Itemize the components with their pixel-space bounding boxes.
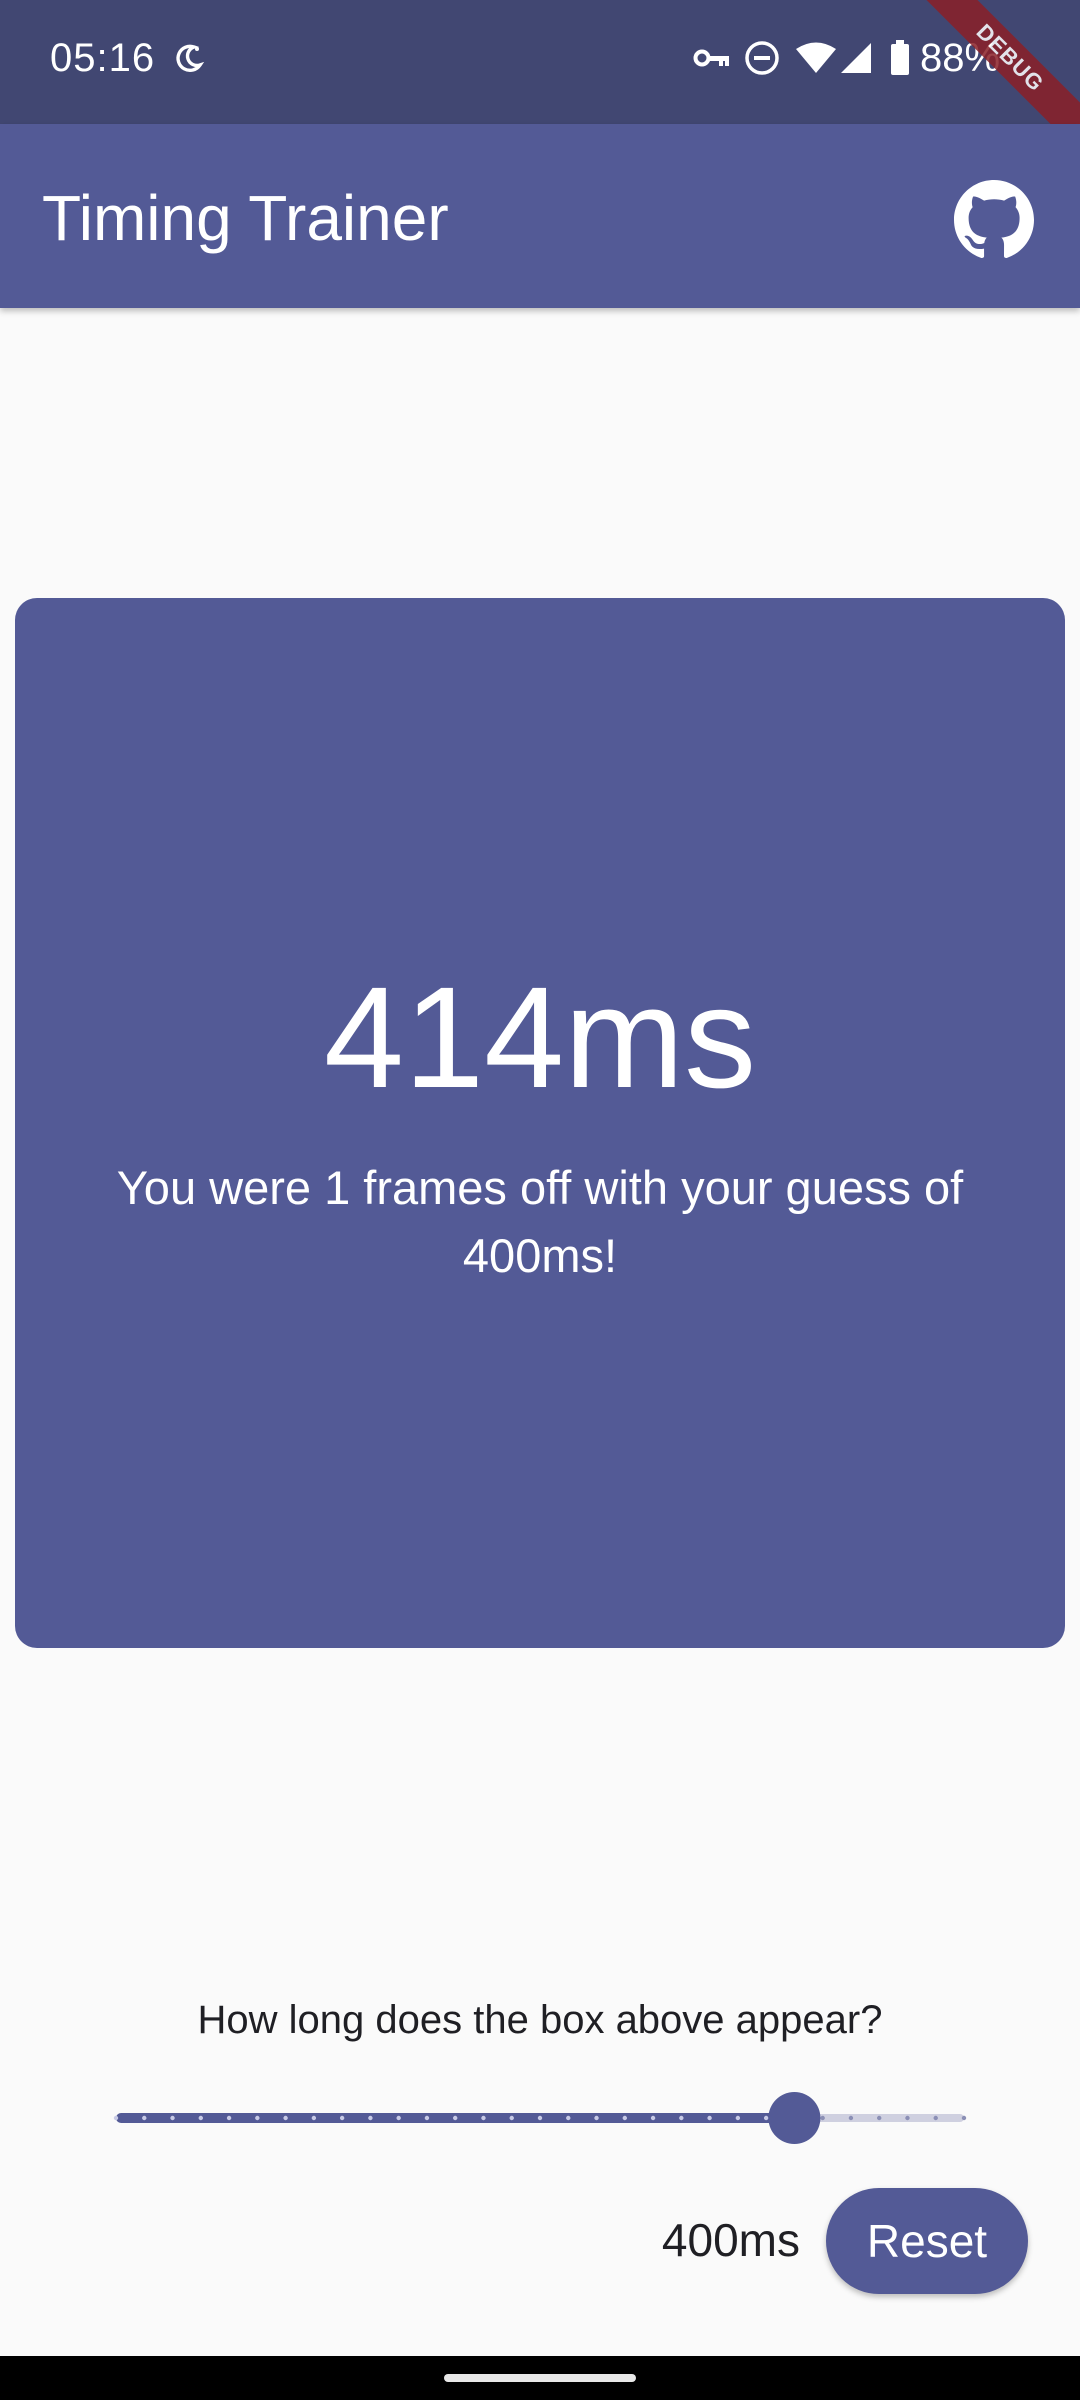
slider-tick [255,2115,260,2121]
github-icon [954,180,1034,259]
slider-tick [537,2115,543,2121]
app-bar: Timing Trainer [0,124,1080,308]
slider-tick [311,2115,317,2121]
selected-duration-label: 400ms [661,2214,800,2266]
slider-tick [622,2115,627,2121]
result-box[interactable]: 414ms You were 1 frames off with your gu… [15,598,1065,1648]
battery-icon [888,0,912,116]
slider-tick [113,2115,119,2121]
status-bar: 05:16 88% [0,0,1080,124]
slider-tick [339,2115,345,2121]
slider-tick [707,2115,712,2121]
slider-tick [735,2115,741,2121]
slider-tick [453,2115,458,2121]
slider-thumb[interactable] [768,2092,821,2144]
slider-tick [142,2115,147,2121]
slider-tick [481,2115,486,2121]
navigation-bar [0,2356,1080,2400]
slider-tick [170,2115,175,2121]
result-message: You were 1 frames off with your guess of… [116,1161,964,1282]
app-title: Timing Trainer [42,182,449,254]
signal-icon [838,0,874,116]
slider-tick [961,2115,967,2121]
slider-tick [594,2115,599,2121]
vpn-key-icon [692,0,732,116]
slider-tick [848,2115,854,2121]
slider-tick [877,2115,882,2121]
github-button[interactable] [954,180,1034,260]
status-time: 05:16 [50,36,156,80]
do-not-disturb-moon-icon [168,0,210,116]
slider-tick [226,2115,232,2121]
dnd-icon [742,0,782,116]
wifi-icon [796,0,836,116]
slider-tick [933,2115,938,2121]
slider-tick [820,2115,825,2121]
slider-tick [368,2115,373,2121]
slider-tick [396,2115,401,2121]
slider-tick [650,2115,656,2121]
slider-tick [283,2115,288,2121]
slider-tick [763,2115,769,2121]
slider-tick [198,2115,203,2121]
slider-tick [679,2115,684,2121]
home-gesture-handle[interactable] [444,2374,636,2382]
slider-tick [424,2115,430,2121]
duration-slider[interactable] [110,2090,970,2146]
slider-tick [566,2115,571,2121]
slider-tick [509,2115,514,2121]
question-label: How long does the box above appear? [197,1998,883,2042]
reset-button[interactable]: Reset [826,2188,1028,2294]
slider-tick [905,2115,910,2121]
result-duration: 414ms [323,957,757,1118]
